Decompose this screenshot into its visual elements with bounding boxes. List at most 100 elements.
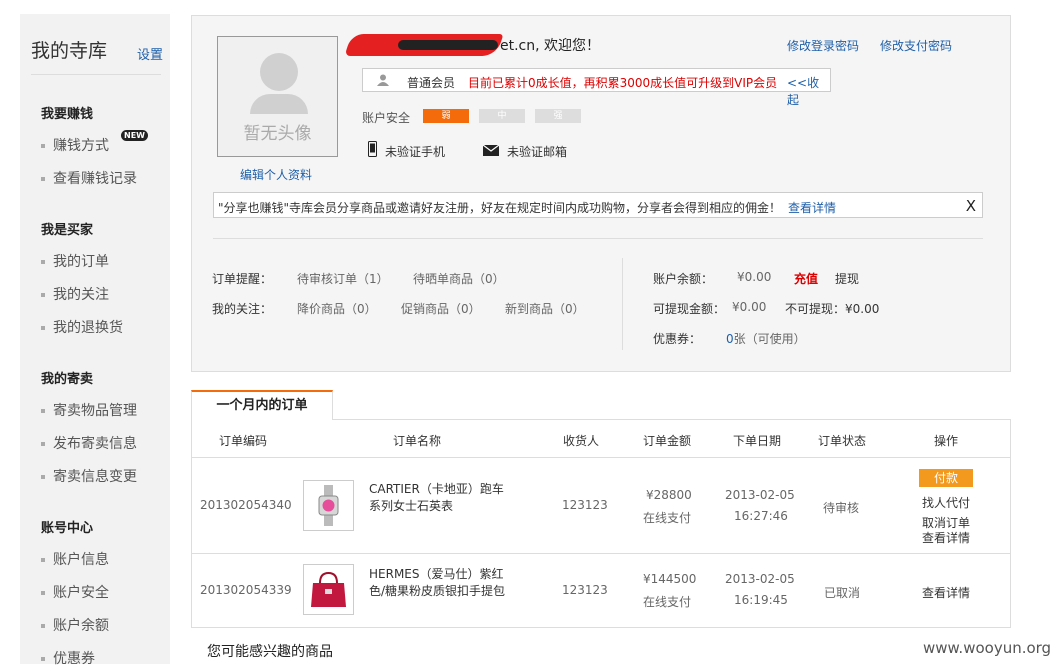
sidebar-item-consign-change[interactable]: 寄卖信息变更 — [41, 466, 137, 486]
price-drop-link[interactable]: 降价商品（0） — [297, 300, 377, 317]
sidebar-item-my-follows[interactable]: 我的关注 — [41, 284, 109, 304]
sidebar-item-account-info[interactable]: 账户信息 — [41, 549, 109, 569]
sidebar-item-earn-records[interactable]: 查看赚钱记录 — [41, 168, 137, 188]
bullet-icon — [41, 409, 45, 413]
promo-link[interactable]: 促销商品（0） — [401, 300, 481, 317]
bullet-icon — [41, 591, 45, 595]
bullet-icon — [41, 293, 45, 297]
collapse-link[interactable]: <<收起 — [787, 74, 830, 108]
settings-link[interactable]: 设置 — [137, 44, 163, 63]
sidebar-item-account-balance[interactable]: 账户余额 — [41, 615, 109, 635]
bullet-icon — [41, 260, 45, 264]
col-order-name: 订单名称 — [393, 434, 442, 448]
order-name-link-line2[interactable]: 色/糖果粉皮质银扣手提包 — [369, 582, 505, 599]
product-thumbnail[interactable] — [303, 564, 354, 615]
withdraw-link[interactable]: 提现 — [835, 270, 859, 287]
col-date: 下单日期 — [733, 434, 782, 448]
bullet-icon — [41, 558, 45, 562]
bullet-icon — [41, 177, 45, 181]
sidebar-title: 我的寺库 — [31, 40, 108, 62]
security-level-strong: 强 — [535, 109, 581, 123]
withdrawable-label: 可提现金额： — [653, 302, 726, 316]
divider — [213, 238, 983, 239]
share-notice: "分享也赚钱"寺库会员分享商品或邀请好友注册，好友在规定时间内成功购物，分享者会… — [213, 192, 983, 218]
order-id: 201302054340 — [200, 498, 292, 512]
product-thumbnail[interactable] — [303, 480, 354, 531]
order-name-link-line2[interactable]: 系列女士石英表 — [369, 497, 453, 514]
handbag-image — [311, 571, 346, 607]
member-level: 普通会员 — [407, 76, 456, 90]
pending-review-link[interactable]: 待审核订单（1） — [297, 270, 389, 287]
avatar[interactable]: 暂无头像 — [217, 36, 338, 157]
table-row: 201302054339 HERMES（爱马仕）紫红 色/糖果粉皮质银扣手提包 … — [192, 553, 1010, 627]
section-earn-money: 我要赚钱 — [41, 107, 94, 122]
amount: ¥144500 — [643, 572, 697, 586]
new-badge: NEW — [121, 130, 148, 141]
security-level-medium: 中 — [479, 109, 525, 123]
growth-notice: 目前已累计0成长值，再积累3000成长值可升级到VIP会员 — [468, 76, 778, 90]
order-name-link[interactable]: HERMES（爱马仕）紫红 — [369, 565, 504, 582]
avatar-text: 暂无头像 — [243, 124, 312, 144]
receiver: 123123 — [562, 583, 608, 597]
bullet-icon — [41, 442, 45, 446]
order-reminder-label: 订单提醒： — [212, 272, 273, 286]
sidebar-item-returns[interactable]: 我的退换货 — [41, 317, 123, 337]
sidebar-item-consign-publish[interactable]: 发布寄卖信息 — [41, 433, 137, 453]
user-icon — [377, 74, 389, 86]
share-notice-text: "分享也赚钱"寺库会员分享商品或邀请好友注册，好友在规定时间内成功购物，分享者会… — [218, 201, 782, 215]
email-icon — [483, 145, 499, 156]
change-login-password-link[interactable]: 修改登录密码 — [787, 37, 859, 54]
non-withdrawable: 不可提现：¥0.00 — [785, 302, 880, 316]
sidebar-item-consign-manage[interactable]: 寄卖物品管理 — [41, 400, 137, 420]
pay-method: 在线支付 — [643, 595, 692, 609]
avatar-body-icon — [250, 94, 308, 114]
recharge-link[interactable]: 充值 — [794, 270, 818, 287]
order-id: 201302054339 — [200, 583, 292, 597]
divider — [622, 258, 623, 350]
bullet-icon — [41, 475, 45, 479]
close-icon[interactable]: X — [966, 197, 976, 215]
pay-button[interactable]: 付款 — [919, 469, 973, 487]
sidebar-item-account-security[interactable]: 账户安全 — [41, 582, 109, 602]
order-time: 16:27:46 — [734, 509, 788, 523]
section-consignment: 我的寄卖 — [41, 372, 94, 387]
balance-label: 账户余额： — [653, 272, 714, 286]
change-pay-password-link[interactable]: 修改支付密码 — [880, 37, 952, 54]
bullet-icon — [41, 326, 45, 330]
sidebar-item-earn-methods[interactable]: 赚钱方式 — [41, 135, 109, 155]
new-arrival-link[interactable]: 新到商品（0） — [505, 300, 585, 317]
email-status[interactable]: 未验证邮箱 — [507, 143, 567, 160]
recommend-heading: 您可能感兴趣的商品 — [207, 644, 333, 660]
order-date: 2013-02-05 — [725, 488, 795, 502]
section-buyer: 我是买家 — [41, 223, 94, 238]
withdrawable-value: ¥0.00 — [732, 300, 767, 314]
security-label: 账户安全 — [362, 111, 411, 125]
order-status: 已取消 — [824, 586, 861, 600]
col-actions: 操作 — [934, 434, 959, 448]
proxy-pay-link[interactable]: 找人代付 — [922, 494, 970, 511]
col-amount: 订单金额 — [643, 434, 692, 448]
phone-status[interactable]: 未验证手机 — [385, 143, 445, 160]
sidebar-item-my-orders[interactable]: 我的订单 — [41, 251, 109, 271]
follow-label: 我的关注： — [212, 302, 273, 316]
welcome-text: et.cn, 欢迎您！ — [500, 38, 601, 54]
redacted-username-mark — [398, 40, 498, 50]
avatar-placeholder-icon — [260, 53, 298, 91]
coupon-label: 优惠券： — [653, 332, 702, 346]
balance-value: ¥0.00 — [737, 270, 772, 284]
section-account: 账号中心 — [41, 521, 94, 536]
coupon-count[interactable]: 0张（可使用） — [726, 330, 806, 347]
tab-recent-orders[interactable]: 一个月内的订单 — [191, 390, 333, 420]
order-name-link[interactable]: CARTIER（卡地亚）跑车 — [369, 480, 504, 497]
sidebar-item-coupons[interactable]: 优惠券 — [41, 648, 95, 668]
view-details-link[interactable]: 查看详情 — [922, 584, 970, 601]
col-status: 订单状态 — [818, 434, 867, 448]
view-details-link[interactable]: 查看详情 — [922, 529, 970, 546]
table-row: 201302054340 CARTIER（卡地亚）跑车 系列女士石英表 1231… — [192, 457, 1010, 553]
edit-profile-link[interactable]: 编辑个人资料 — [240, 166, 312, 183]
share-notice-details-link[interactable]: 查看详情 — [788, 199, 836, 216]
pay-method: 在线支付 — [643, 511, 692, 525]
pending-share-link[interactable]: 待晒单商品（0） — [413, 270, 505, 287]
order-time: 16:19:45 — [734, 593, 788, 607]
bullet-icon — [41, 144, 45, 148]
